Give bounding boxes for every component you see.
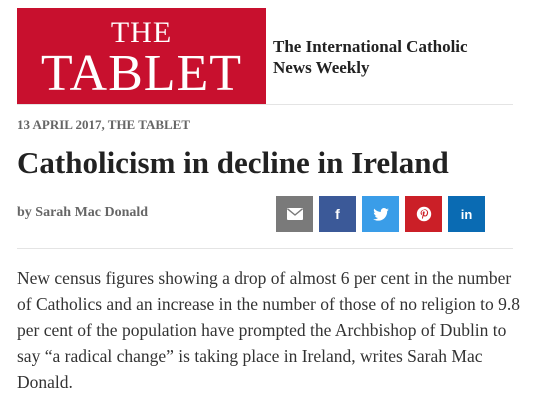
twitter-icon [372,207,389,221]
logo-the-text: THE [110,16,173,49]
header-divider [17,104,513,105]
linkedin-icon: in [460,206,473,222]
facebook-icon: f [335,206,340,222]
the-tablet-logo[interactable]: THE TABLET [17,8,266,104]
share-buttons: f in [276,196,485,232]
tagline-line-1: The International Catholic [273,37,468,56]
article-headline: Catholicism in decline in Ireland [17,145,449,180]
share-twitter-button[interactable] [362,196,399,232]
article-dateline: 13 APRIL 2017, THE TABLET [17,117,191,132]
share-email-button[interactable] [276,196,313,232]
envelope-icon [286,208,303,220]
share-linkedin-button[interactable]: in [448,196,485,232]
pinterest-icon [416,206,432,222]
article-byline: by Sarah Mac Donald [17,205,149,220]
logo-tablet-text: TABLET [40,45,243,102]
byline-divider [17,248,513,249]
share-facebook-button[interactable]: f [319,196,356,232]
article-intro: New census figures showing a drop of alm… [17,268,520,392]
masthead-tagline: The International Catholic News Weekly [273,36,513,78]
share-pinterest-button[interactable] [405,196,442,232]
tagline-line-2: News Weekly [273,58,370,77]
